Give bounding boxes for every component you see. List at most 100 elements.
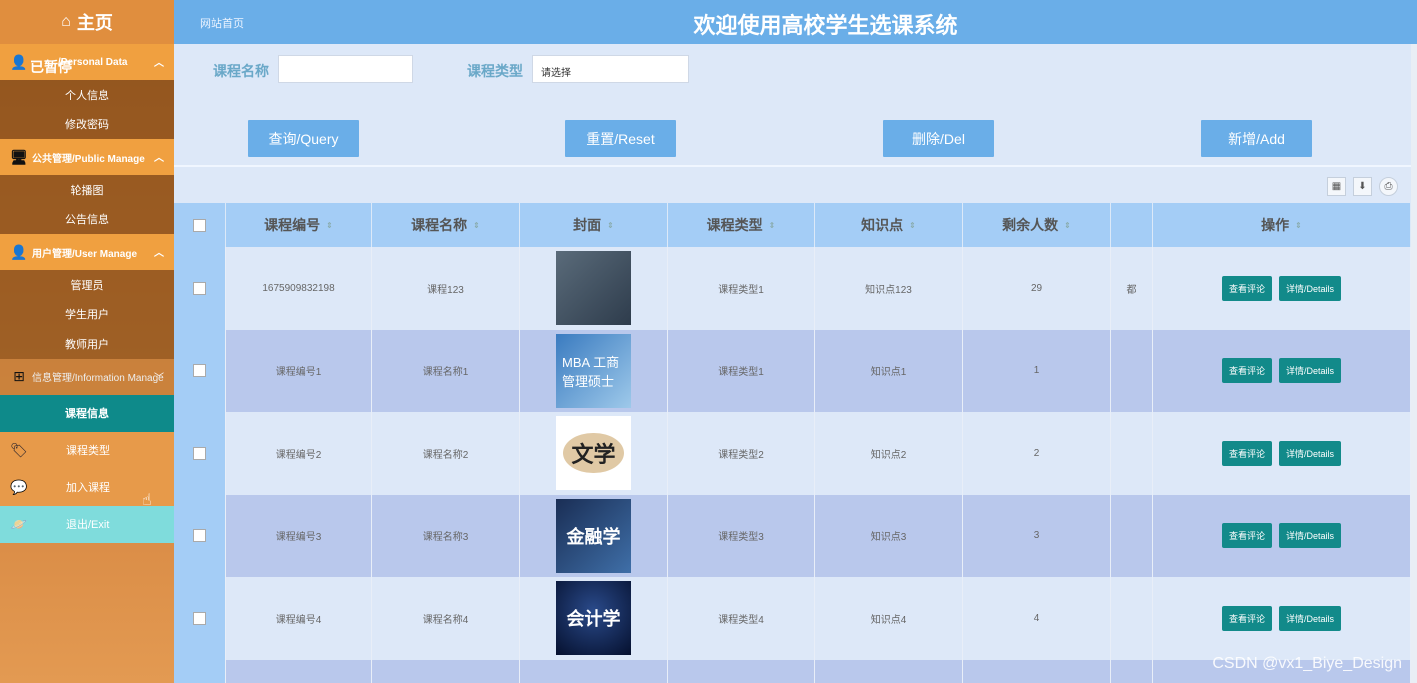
course-name-cell: 课程名称1 (372, 329, 520, 412)
course-type-cell: 课程类型2 (668, 412, 815, 495)
extra-cell (1111, 494, 1153, 577)
cover-image: 会计学 (556, 581, 631, 656)
column-header[interactable]: 封面 ⇕ (520, 203, 668, 247)
sort-icon: ⇕ (1295, 220, 1302, 230)
column-header[interactable]: 课程名称 ⇕ (372, 203, 520, 247)
view-review-button[interactable]: 查看评论 (1221, 358, 1272, 384)
sort-icon: ⇕ (1064, 220, 1071, 230)
cover-image: MBA 工商管理硕士 (556, 333, 631, 408)
vertical-scrollbar[interactable] (1411, 44, 1417, 683)
table-row: 课程编号2 课程名称2 文学 课程类型2 知识点2 2 查看评论 详情/Deta… (174, 412, 1411, 495)
sidebar-group-personal[interactable]: 👤 /Personal Data ︿ (0, 44, 174, 80)
delete-button[interactable]: 删除/Del (883, 120, 994, 157)
home-link[interactable]: ⌂ 主页 (0, 0, 174, 44)
course-type-select[interactable]: 请选择 (532, 55, 689, 83)
course-id-cell: 课程编号2 (226, 412, 372, 495)
remaining-cell: 1 (963, 329, 1111, 412)
remaining-cell: 2 (963, 412, 1111, 495)
extra-cell: 都 (1111, 247, 1153, 330)
extra-cell (1111, 577, 1153, 660)
course-id-cell: 课程编号3 (226, 494, 372, 577)
row-select-cell (174, 247, 226, 330)
view-review-button[interactable]: 查看评论 (1221, 275, 1272, 301)
chevron-up-icon: ︿ (154, 248, 164, 259)
query-button[interactable]: 查询/Query (248, 120, 359, 157)
course-name-cell: 课程名称4 (372, 577, 520, 660)
export-icon[interactable]: ⬇ (1353, 177, 1372, 196)
row-checkbox[interactable] (193, 611, 206, 625)
knowledge-point-cell: 知识点4 (815, 577, 963, 660)
row-checkbox[interactable] (193, 446, 206, 460)
view-review-button[interactable]: 查看评论 (1221, 523, 1272, 549)
row-checkbox[interactable] (193, 281, 206, 295)
select-all-checkbox[interactable] (193, 218, 206, 232)
knowledge-point-cell: 知识点3 (815, 494, 963, 577)
grid-view-icon[interactable]: ▦ (1327, 177, 1346, 196)
sidebar-item-exit[interactable]: 🪐 退出/Exit (0, 505, 174, 543)
sidebar-item-students[interactable]: 学生用户 (0, 300, 174, 330)
sidebar-group-label: 用户管理/User Manage (32, 248, 138, 260)
column-header[interactable]: 知识点 ⇕ (815, 203, 963, 247)
extra-cell (1111, 412, 1153, 495)
row-checkbox[interactable] (193, 364, 206, 378)
sidebar-item-change-password[interactable]: 修改密码 (0, 110, 174, 140)
sidebar-item-course-info[interactable]: 课程信息 (0, 394, 174, 432)
sidebar-item-notice[interactable]: 公告信息 (0, 205, 174, 235)
extra-cell (1111, 329, 1153, 412)
watermark: CSDN @vx1_Biye_Design (1212, 655, 1402, 672)
table-row: 课程编号3 课程名称3 金融学 课程类型3 知识点3 3 查看评论 详情/Det… (174, 494, 1411, 577)
sidebar-item-admin[interactable]: 管理员 (0, 270, 174, 300)
sidebar-group-information[interactable]: ⊞ 信息管理/Information Manage ﹀ (0, 358, 174, 395)
table-row: 课程编号1 课程名称1 MBA 工商管理硕士 课程类型1 知识点1 1 查看评论… (174, 329, 1411, 412)
top-bar: 网站首页 欢迎使用高校学生选课系统 (174, 0, 1417, 44)
row-checkbox[interactable] (193, 529, 206, 543)
view-review-button[interactable]: 查看评论 (1221, 440, 1272, 466)
details-button[interactable]: 详情/Details (1279, 358, 1342, 384)
details-button[interactable]: 详情/Details (1279, 605, 1342, 631)
details-button[interactable]: 详情/Details (1279, 440, 1342, 466)
print-icon[interactable]: ⎙ (1379, 177, 1398, 196)
knowledge-point-cell (815, 659, 963, 683)
details-button[interactable]: 详情/Details (1279, 523, 1342, 549)
sidebar-item-carousel[interactable]: 轮播图 (0, 175, 174, 205)
cover-cell: MBA 工商管理硕士 (520, 329, 668, 412)
course-type-cell: 课程类型3 (668, 494, 815, 577)
table-header: 课程编号 ⇕ 课程名称 ⇕ 封面 ⇕ 课程类型 ⇕ 知识点 ⇕ 剩余人数 ⇕ 操作 ⇕ (174, 203, 1411, 247)
page-title: 欢迎使用高校学生选课系统 (693, 13, 958, 38)
details-button[interactable]: 详情/Details (1279, 275, 1342, 301)
course-name-cell: 课程123 (372, 247, 520, 330)
home-icon: ⌂ (61, 13, 71, 30)
column-header[interactable]: 课程类型 ⇕ (668, 203, 815, 247)
cover-image (556, 251, 631, 326)
column-header[interactable]: 剩余人数 ⇕ (963, 203, 1111, 247)
remaining-cell: 29 (963, 247, 1111, 330)
sidebar-item-personal-info[interactable]: 个人信息 (0, 80, 174, 110)
sidebar-group-label: 信息管理/Information Manage (32, 373, 164, 384)
cover-cell: 文学 (520, 412, 668, 495)
sort-icon: ⇕ (326, 220, 333, 230)
cover-cell: 金融学 (520, 494, 668, 577)
sidebar-item-teachers[interactable]: 教师用户 (0, 329, 174, 359)
sidebar-group-label: 公共管理/Public Manage (32, 153, 145, 165)
mouse-cursor-icon: ☝ (142, 492, 152, 509)
cover-image: 文学 (556, 416, 631, 491)
course-table: 课程编号 ⇕ 课程名称 ⇕ 封面 ⇕ 课程类型 ⇕ 知识点 ⇕ 剩余人数 ⇕ 操作 ⇕ 167… (174, 203, 1411, 683)
course-name-input[interactable] (278, 55, 413, 83)
divider (174, 165, 1411, 167)
view-review-button[interactable]: 查看评论 (1221, 605, 1272, 631)
chevron-down-icon: ﹀ (154, 372, 164, 384)
chevron-up-icon: ︿ (154, 58, 164, 69)
chat-icon: 💬 (10, 478, 28, 495)
course-name-cell (372, 659, 520, 683)
sidebar-group-user[interactable]: 👤 用户管理/User Manage ︿ (0, 234, 174, 270)
sidebar-group-public[interactable]: 🖥 公共管理/Public Manage ︿ (0, 139, 174, 175)
column-header[interactable]: 操作 ⇕ (1153, 203, 1411, 247)
tag-icon: 🏷 (10, 441, 28, 458)
select-all-cell (174, 203, 226, 247)
add-button[interactable]: 新增/Add (1201, 120, 1312, 157)
paused-overlay: 已暂停 (30, 59, 72, 75)
course-type-label: 课程类型 (467, 63, 523, 79)
sidebar-item-course-type[interactable]: 🏷 课程类型 (0, 431, 174, 469)
column-header[interactable]: 课程编号 ⇕ (226, 203, 372, 247)
reset-button[interactable]: 重置/Reset (565, 120, 676, 157)
